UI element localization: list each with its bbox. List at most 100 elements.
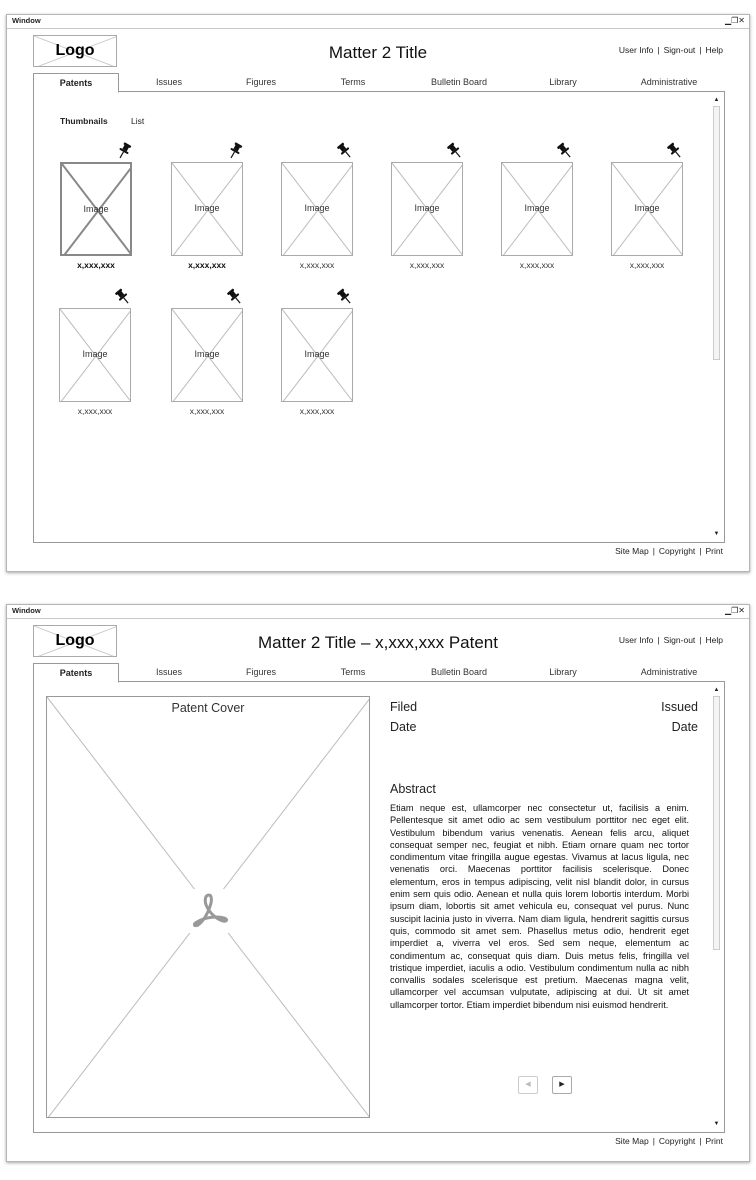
tab-issues[interactable]: Issues (133, 663, 205, 682)
vertical-scrollbar[interactable]: ▲ ▼ (712, 96, 721, 539)
triangle-left-icon: ◀ (525, 1081, 531, 1088)
page-title: Matter 2 Title (328, 43, 428, 62)
window-controls[interactable]: ▁❐✕ (725, 606, 745, 615)
tab-library[interactable]: Library (527, 663, 599, 682)
patent-number: x,xxx,xxx (77, 406, 113, 416)
scroll-up-icon[interactable]: ▲ (712, 96, 721, 105)
pushpin-icon[interactable] (337, 142, 353, 160)
pushpin-icon[interactable] (227, 288, 243, 306)
scroll-down-icon[interactable]: ▼ (712, 530, 721, 539)
filed-date: Date (390, 720, 417, 734)
tab-bulletin-board[interactable]: Bulletin Board (413, 663, 505, 682)
thumbnail-image[interactable]: Image (59, 308, 131, 402)
logo[interactable]: Logo (33, 35, 117, 67)
footer-links: Site Map | Copyright | Print (615, 546, 723, 556)
user-links: User Info | Sign-out | Help (618, 635, 723, 645)
filed-label: Filed (390, 700, 418, 714)
tab-administrative[interactable]: Administrative (623, 73, 715, 92)
main-tabs: Patents Issues Figures Terms Bulletin Bo… (33, 73, 725, 93)
site-map-link[interactable]: Site Map (615, 546, 649, 556)
prev-button[interactable]: ◀ (518, 1076, 538, 1094)
scroll-down-icon[interactable]: ▼ (712, 1120, 721, 1129)
pushpin-icon[interactable] (115, 288, 131, 306)
thumbnail-item[interactable]: Image x,xxx,xxx (281, 142, 353, 282)
abstract-text: Etiam neque est, ullamcorper nec consect… (390, 803, 689, 1010)
close-icon[interactable]: ✕ (738, 606, 745, 615)
thumbnail-item[interactable]: Image x,xxx,xxx (60, 142, 132, 282)
window-controls[interactable]: ▁❐✕ (725, 16, 745, 25)
patent-number: x,xxx,xxx (629, 260, 665, 270)
patent-number: x,xxx,xxx (189, 406, 225, 416)
help-link[interactable]: Help (706, 635, 723, 645)
print-link[interactable]: Print (706, 1136, 723, 1146)
thumbnail-image[interactable]: Image (391, 162, 463, 256)
thumbnail-item[interactable]: Image x,xxx,xxx (171, 288, 243, 428)
logo-text: Logo (55, 42, 95, 59)
user-info-link[interactable]: User Info (619, 635, 654, 645)
thumbnail-image[interactable]: Image (171, 308, 243, 402)
thumbnail-label: Image (304, 203, 330, 213)
thumbnail-item[interactable]: Image x,xxx,xxx (281, 288, 353, 428)
thumbnail-item[interactable]: Image x,xxx,xxx (391, 142, 463, 282)
window-title: Window (12, 16, 41, 25)
issued-label: Issued (661, 700, 698, 714)
vertical-scrollbar[interactable]: ▲ ▼ (712, 686, 721, 1129)
pushpin-icon[interactable] (447, 142, 463, 160)
thumbnail-image-selected[interactable]: Image (60, 162, 132, 256)
tab-patents[interactable]: Patents (33, 663, 119, 683)
pushpin-icon[interactable] (667, 142, 683, 160)
tab-terms[interactable]: Terms (317, 73, 389, 92)
thumbnail-image[interactable]: Image (501, 162, 573, 256)
patent-cover-title: Patent Cover (171, 701, 245, 715)
tab-bulletin-board[interactable]: Bulletin Board (413, 73, 505, 92)
sign-out-link[interactable]: Sign-out (664, 635, 696, 645)
thumbnail-image[interactable]: Image (281, 308, 353, 402)
pushpin-icon[interactable] (227, 142, 243, 160)
next-button[interactable]: ▶ (552, 1076, 572, 1094)
thumbnail-label: Image (194, 349, 220, 359)
window-patent-detail: Window ▁❐✕ Logo Matter 2 Title – x,xxx,x… (6, 604, 750, 1162)
user-info-link[interactable]: User Info (619, 45, 654, 55)
site-map-link[interactable]: Site Map (615, 1136, 649, 1146)
tab-library[interactable]: Library (527, 73, 599, 92)
page-title: Matter 2 Title – x,xxx,xxx Patent (258, 633, 498, 652)
copyright-link[interactable]: Copyright (659, 1136, 695, 1146)
patent-number: x,xxx,xxx (409, 260, 445, 270)
tab-figures[interactable]: Figures (225, 73, 297, 92)
triangle-right-icon: ▶ (559, 1081, 565, 1088)
sign-out-link[interactable]: Sign-out (664, 45, 696, 55)
view-list[interactable]: List (131, 116, 144, 126)
user-links: User Info | Sign-out | Help (618, 45, 723, 55)
pushpin-icon[interactable] (116, 142, 132, 160)
tab-patents[interactable]: Patents (33, 73, 119, 93)
thumbnail-item[interactable]: Image x,xxx,xxx (501, 142, 573, 282)
patent-cover[interactable]: Patent Cover (46, 696, 370, 1118)
patent-detail-panel: Patent Cover Filed Date Issued Date Abst… (33, 682, 725, 1133)
thumbnail-image[interactable]: Image (171, 162, 243, 256)
pdf-icon[interactable] (187, 889, 231, 933)
tab-issues[interactable]: Issues (133, 73, 205, 92)
main-tabs: Patents Issues Figures Terms Bulletin Bo… (33, 663, 725, 683)
thumbnail-image[interactable]: Image (281, 162, 353, 256)
window-titlebar: Window ▁❐✕ (7, 605, 749, 619)
help-link[interactable]: Help (706, 45, 723, 55)
scrollbar-thumb[interactable] (713, 696, 720, 950)
tab-figures[interactable]: Figures (225, 663, 297, 682)
close-icon[interactable]: ✕ (738, 16, 745, 25)
tab-terms[interactable]: Terms (317, 663, 389, 682)
view-thumbnails[interactable]: Thumbnails (60, 116, 108, 126)
thumbnail-item[interactable]: Image x,xxx,xxx (171, 142, 243, 282)
patent-number: x,xxx,xxx (188, 260, 226, 270)
thumbnail-item[interactable]: Image x,xxx,xxx (59, 288, 131, 428)
pushpin-icon[interactable] (337, 288, 353, 306)
thumbnail-image[interactable]: Image (611, 162, 683, 256)
logo[interactable]: Logo (33, 625, 117, 657)
thumbnail-label: Image (82, 349, 108, 359)
scrollbar-thumb[interactable] (713, 106, 720, 360)
copyright-link[interactable]: Copyright (659, 546, 695, 556)
tab-administrative[interactable]: Administrative (623, 663, 715, 682)
print-link[interactable]: Print (706, 546, 723, 556)
thumbnail-item[interactable]: Image x,xxx,xxx (611, 142, 683, 282)
pushpin-icon[interactable] (557, 142, 573, 160)
scroll-up-icon[interactable]: ▲ (712, 686, 721, 695)
